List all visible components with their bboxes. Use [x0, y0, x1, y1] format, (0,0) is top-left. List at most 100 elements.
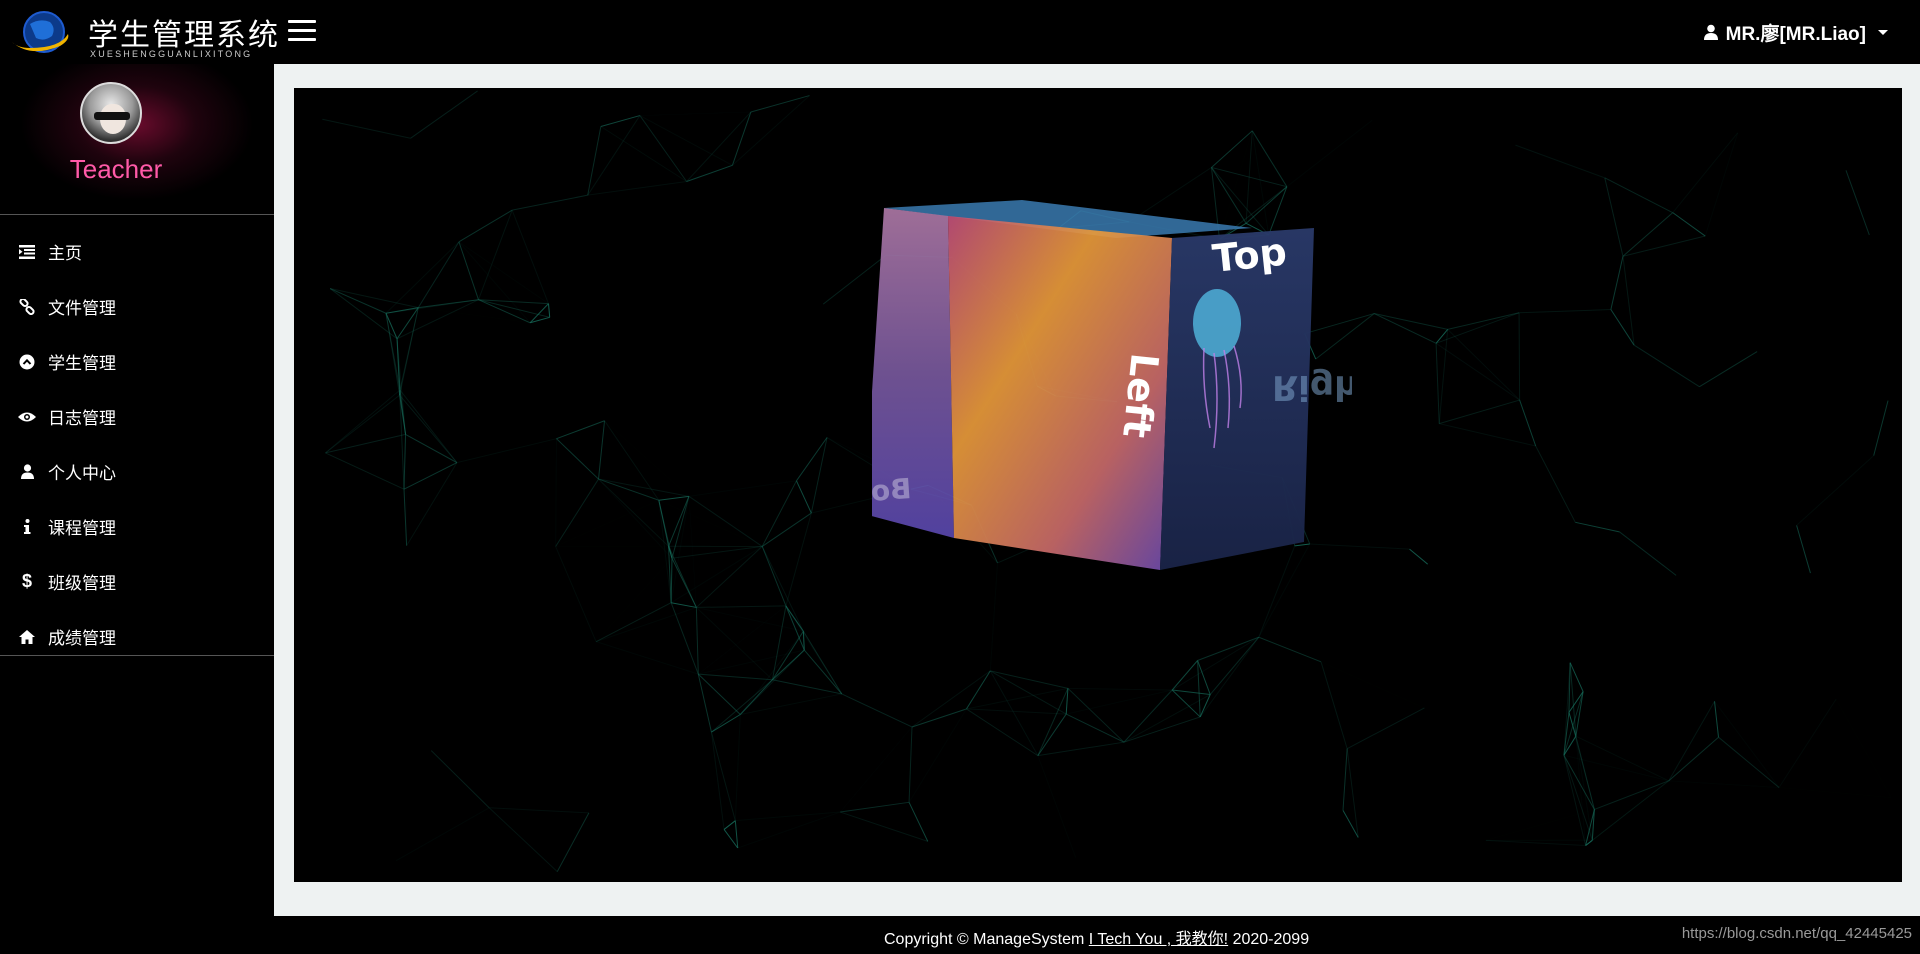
network-line	[1067, 687, 1173, 691]
network-line	[697, 674, 712, 733]
sidebar-item-files[interactable]: 文件管理	[0, 279, 274, 334]
network-line	[595, 602, 672, 643]
network-line	[908, 726, 913, 803]
network-line	[696, 607, 773, 681]
network-line	[739, 649, 805, 715]
sidebar-item-label: 主页	[48, 244, 82, 264]
network-line	[688, 480, 797, 497]
network-line	[478, 209, 513, 300]
network-line	[1518, 312, 1521, 401]
chevron-circle-up-icon	[18, 353, 36, 371]
network-line	[1672, 212, 1706, 237]
sidebar-item-logs[interactable]: 日志管理	[0, 389, 274, 444]
sidebar-item-classes[interactable]: $ 班级管理	[0, 554, 274, 609]
network-line	[966, 708, 1039, 757]
sidebar-item-label: 成绩管理	[48, 629, 116, 649]
network-line	[1171, 636, 1260, 691]
network-line	[1342, 810, 1359, 838]
network-line	[737, 811, 841, 849]
network-line	[1519, 309, 1611, 314]
sidebar-item-profile[interactable]: 个人中心	[0, 444, 274, 499]
network-line	[639, 115, 733, 166]
sidebar-item-label: 文件管理	[48, 299, 116, 319]
home-icon	[18, 628, 36, 646]
network-line	[1321, 662, 1424, 708]
network-line	[761, 480, 797, 547]
network-line	[399, 394, 458, 463]
network-line	[1197, 660, 1201, 717]
network-line	[1485, 839, 1586, 847]
sidebar-toggle-icon[interactable]	[288, 20, 316, 42]
sidebar-item-label: 日志管理	[48, 409, 116, 429]
network-line	[1435, 312, 1520, 344]
network-line	[1594, 780, 1669, 810]
network-line	[1037, 713, 1067, 756]
network-line	[1672, 132, 1739, 213]
network-line	[1197, 636, 1259, 661]
network-line	[795, 480, 812, 514]
network-line	[1604, 177, 1673, 214]
network-line	[1435, 343, 1440, 424]
network-line	[911, 670, 991, 728]
network-line	[840, 801, 910, 813]
network-line	[1373, 313, 1437, 344]
network-line	[399, 389, 458, 463]
network-line	[417, 241, 460, 308]
network-line	[458, 241, 479, 300]
cube-face-label: Right	[1272, 367, 1352, 407]
sidebar-item-home[interactable]: 主页	[0, 224, 274, 279]
network-line	[989, 562, 999, 671]
network-line	[1575, 691, 1584, 737]
network-line	[785, 512, 812, 607]
sidebar-item-students[interactable]: 学生管理	[0, 334, 274, 389]
network-line	[512, 194, 588, 211]
sidebar-item-courses[interactable]: 课程管理	[0, 499, 274, 554]
network-line	[1286, 119, 1373, 188]
network-line	[1374, 313, 1448, 330]
globe-logo-icon	[12, 11, 69, 53]
network-line	[966, 708, 1067, 715]
network-line	[512, 210, 550, 317]
network-line	[723, 829, 739, 849]
network-line	[395, 807, 490, 862]
network-line	[688, 495, 763, 547]
network-line	[405, 433, 458, 464]
network-line	[1619, 531, 1677, 576]
footer-link[interactable]: I Tech You , 我教你!	[1089, 931, 1228, 948]
network-line	[1575, 522, 1676, 575]
network-line	[1796, 455, 1875, 526]
info-icon	[18, 518, 36, 536]
sidebar-divider	[0, 655, 274, 656]
network-line	[478, 299, 550, 318]
network-line	[1447, 312, 1520, 330]
network-line	[696, 546, 763, 608]
app-logo[interactable]: 学生管理系统 XUESHENGGUANLIXITONG	[6, 4, 278, 60]
network-line	[1038, 756, 1076, 858]
user-profile-panel: Teacher	[0, 64, 274, 214]
avatar[interactable]	[80, 82, 142, 144]
network-line	[322, 118, 411, 139]
network-line	[1519, 399, 1537, 447]
network-line	[1439, 399, 1520, 425]
user-dropdown[interactable]: MR.廖[MR.Liao]	[1703, 18, 1888, 46]
network-line	[761, 546, 804, 632]
copyright-prefix: Copyright © ManageSystem	[884, 931, 1085, 948]
network-line	[587, 181, 687, 196]
network-line	[840, 811, 928, 842]
sidebar-item-label: 课程管理	[48, 519, 116, 539]
network-line	[1251, 130, 1288, 187]
sidebar-divider	[0, 214, 274, 215]
network-line	[990, 670, 1069, 689]
sidebar-item-label: 班级管理	[48, 574, 116, 594]
network-line	[325, 452, 405, 490]
network-line	[1604, 177, 1624, 257]
rotating-image-cube: Top Left Right Bottom	[872, 200, 1352, 570]
network-line	[658, 500, 673, 559]
network-line	[1585, 780, 1670, 846]
cube-face-label: Left	[1114, 351, 1167, 440]
network-line	[659, 500, 762, 546]
network-line	[658, 500, 672, 603]
network-line	[325, 389, 401, 454]
network-line	[1409, 548, 1428, 565]
network-line	[1622, 256, 1635, 346]
